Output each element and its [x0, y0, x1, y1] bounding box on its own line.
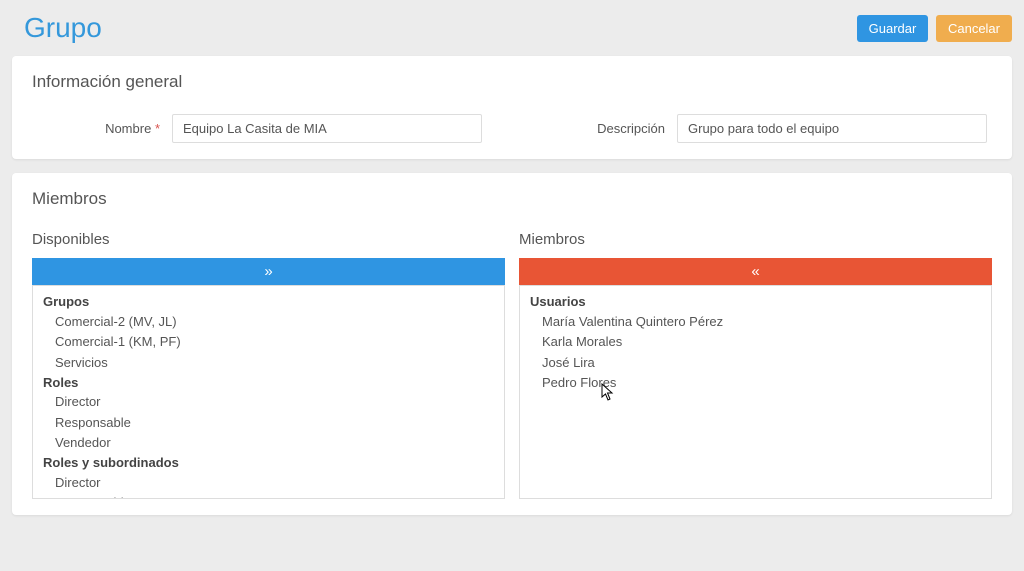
members-panel: Miembros Disponibles » Grupos Comercial-…: [12, 173, 1012, 515]
cancel-button[interactable]: Cancelar: [936, 15, 1012, 42]
name-input[interactable]: [172, 114, 482, 143]
available-roles-header: Roles: [33, 373, 504, 392]
list-item[interactable]: Servicios: [33, 352, 504, 373]
members-section-title: Miembros: [32, 189, 992, 209]
add-all-button[interactable]: »: [32, 258, 505, 285]
list-item[interactable]: Comercial-2 (MV, JL): [33, 311, 504, 332]
list-item[interactable]: Comercial-1 (KM, PF): [33, 332, 504, 353]
available-title: Disponibles: [32, 231, 505, 248]
selected-list[interactable]: Usuarios María Valentina Quintero Pérez …: [519, 285, 992, 499]
save-button[interactable]: Guardar: [857, 15, 929, 42]
remove-all-button[interactable]: «: [519, 258, 992, 285]
list-item[interactable]: Director: [33, 472, 504, 493]
list-item[interactable]: Vendedor: [33, 433, 504, 454]
description-label: Descripción: [537, 121, 677, 136]
available-groups-header: Grupos: [33, 292, 504, 311]
description-input[interactable]: [677, 114, 987, 143]
available-roles-sub-header: Roles y subordinados: [33, 453, 504, 472]
name-label: Nombre *: [32, 121, 172, 136]
general-info-panel: Información general Nombre * Descripción: [12, 56, 1012, 159]
list-item[interactable]: Pedro Flores: [520, 373, 991, 394]
page-title: Grupo: [12, 12, 102, 44]
selected-title: Miembros: [519, 231, 992, 248]
selected-users-header: Usuarios: [520, 292, 991, 311]
list-item[interactable]: María Valentina Quintero Pérez: [520, 311, 991, 332]
list-item[interactable]: Director: [33, 392, 504, 413]
list-item[interactable]: Responsable: [33, 493, 504, 499]
list-item[interactable]: José Lira: [520, 352, 991, 373]
list-item[interactable]: Responsable: [33, 412, 504, 433]
available-list[interactable]: Grupos Comercial-2 (MV, JL) Comercial-1 …: [32, 285, 505, 499]
general-section-title: Información general: [32, 72, 992, 92]
list-item[interactable]: Karla Morales: [520, 332, 991, 353]
